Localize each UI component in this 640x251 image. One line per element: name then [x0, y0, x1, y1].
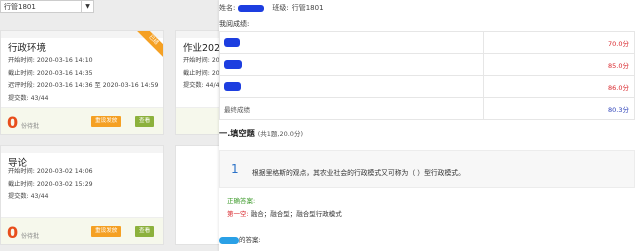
table-row: 70.0分 — [219, 31, 635, 54]
submit-row: 提交数: 44/4 — [183, 80, 220, 93]
class-select-value: 行管1801 — [4, 2, 36, 11]
grader-name — [219, 75, 484, 98]
start-time-row: 开始时间: 20 — [183, 55, 220, 68]
pending-label: 份待批 — [21, 233, 40, 240]
blank-label: 第一空: — [227, 210, 249, 218]
reissue-button[interactable]: 重设发放 — [91, 116, 122, 127]
correct-answer-label: 正确答案: — [227, 197, 256, 205]
final-score-label: 最终成绩 — [219, 97, 484, 120]
submit-row: 提交数: 43/44 — [8, 191, 93, 204]
homework-list-page: 行管1801 ▼ 已结 行政环境 开始时间: 2020-03-16 14:10 … — [0, 0, 250, 251]
redacted-grader — [224, 82, 241, 91]
table-row: 86.0分 — [219, 75, 635, 98]
question-number: 1 — [231, 162, 239, 176]
app-root: 行管1801 ▼ 已结 行政环境 开始时间: 2020-03-16 14:10 … — [0, 0, 640, 251]
submit-label: 提交数: — [8, 94, 29, 102]
end-time-row: 截止时间: 2020-03-02 15:29 — [8, 179, 93, 192]
grader-name — [219, 31, 484, 54]
late-time-row: 迟评时段: 2020-03-16 14:36 至 2020-03-16 14:5… — [8, 80, 158, 93]
table-row: 85.0分 — [219, 53, 635, 76]
end-time-value: 2020-03-02 15:29 — [36, 180, 93, 188]
chevron-down-icon[interactable]: ▼ — [81, 1, 93, 12]
redacted-name — [238, 4, 265, 12]
student-name-label: 姓名: — [219, 4, 236, 12]
class-select[interactable]: 行管1801 ▼ — [0, 0, 94, 13]
late-time-label: 迟评时段: — [8, 82, 35, 90]
start-time-row: 开始时间: 2020-03-16 14:10 — [8, 55, 158, 68]
submit-value: 43/44 — [30, 94, 49, 102]
end-time-row: 截止时间: 2020-03-16 14:35 — [8, 68, 158, 81]
my-answer-text: 的答案: — [239, 236, 261, 244]
card-meta: 开始时间: 20 截止时间: 20 提交数: 44/4 — [183, 55, 220, 93]
reissue-button[interactable]: 重设发放 — [91, 226, 122, 237]
card-meta: 开始时间: 2020-03-16 14:10 截止时间: 2020-03-16 … — [8, 55, 158, 105]
final-score-value: 80.3分 — [483, 97, 635, 120]
scores-table: 70.0分 85.0分 86.0分 最终成绩 80.3分 — [219, 31, 635, 120]
score-value: 85.0分 — [483, 53, 635, 76]
start-time-label: 开始时间: — [8, 168, 35, 175]
view-button[interactable]: 查看 — [135, 116, 155, 127]
start-time-label: 开始时间: — [8, 57, 35, 64]
student-answer-label: 的答案: — [219, 234, 261, 244]
question-box: 1 根据里格斯的观点，其农业社会的行政模式又可称为（ ）型行政模式。 — [219, 150, 635, 188]
start-time-label: 开始时间: — [183, 57, 210, 64]
section-subtitle: (共1题,20.0分) — [257, 130, 303, 138]
submit-row: 提交数: 43/44 — [8, 93, 158, 106]
scores-title: 我阅成绩: — [219, 20, 250, 28]
submit-value: 44/4 — [205, 82, 220, 90]
card-header — [1, 146, 163, 153]
homework-card[interactable]: 已结 行政环境 开始时间: 2020-03-16 14:10 截止时间: 202… — [0, 30, 164, 135]
start-time-value: 2020-03-02 14:06 — [36, 168, 93, 175]
redacted-grader — [224, 60, 242, 69]
end-time-value: 2020-03-16 14:35 — [36, 69, 93, 77]
correct-answer-text: 融合；融合型；融合型行政模式 — [250, 210, 342, 218]
table-row: 最终成绩 80.3分 — [219, 97, 635, 120]
card-footer: 0 份待批 重设发放 查看 — [1, 107, 163, 134]
grading-detail-page: 姓名: 班级: 行管1801 我阅成绩: 70.0分 85.0分 86.0分 最终成… — [219, 0, 640, 251]
pending-count: 0 — [7, 113, 19, 132]
submit-value: 43/44 — [30, 193, 49, 201]
end-time-label: 截止时间: — [8, 69, 35, 77]
late-time-value: 2020-03-16 14:36 至 2020-03-16 14:59 — [36, 82, 159, 90]
score-value: 86.0分 — [483, 75, 635, 98]
end-time-row: 截止时间: 20 — [183, 68, 220, 81]
student-info: 姓名: 班级: 行管1801 — [219, 3, 327, 13]
score-value: 70.0分 — [483, 31, 635, 54]
redacted-student — [219, 236, 239, 244]
start-time-value: 2020-03-16 14:10 — [36, 57, 93, 64]
submit-label: 提交数: — [8, 193, 29, 201]
question-text: 根据里格斯的观点，其农业社会的行政模式又可称为（ ）型行政模式。 — [252, 169, 465, 177]
student-class-value: 行管1801 — [291, 4, 324, 12]
correct-answer: 第一空: 融合；融合型；融合型行政模式 — [227, 208, 342, 218]
student-class-label: 班级: — [272, 4, 289, 12]
end-time-label: 截止时间: — [8, 180, 35, 188]
end-time-label: 截止时间: — [183, 69, 210, 77]
section-name: 一.填空题 — [219, 128, 255, 138]
grader-name — [219, 53, 484, 76]
card-footer: 0 份待批 重设发放 查看 — [1, 217, 163, 244]
start-time-row: 开始时间: 2020-03-02 14:06 — [8, 166, 93, 179]
section-title: 一.填空题 (共1题,20.0分) — [219, 127, 303, 139]
view-button[interactable]: 查看 — [135, 226, 155, 237]
redacted-grader — [224, 38, 240, 47]
submit-label: 提交数: — [183, 82, 204, 90]
homework-card[interactable]: 导论 开始时间: 2020-03-02 14:06 截止时间: 2020-03-… — [0, 145, 164, 245]
pending-count: 0 — [7, 223, 19, 242]
card-meta: 开始时间: 2020-03-02 14:06 截止时间: 2020-03-02 … — [8, 166, 93, 204]
card-title: 行政环境 — [8, 43, 47, 54]
pending-label: 份待批 — [21, 123, 40, 130]
